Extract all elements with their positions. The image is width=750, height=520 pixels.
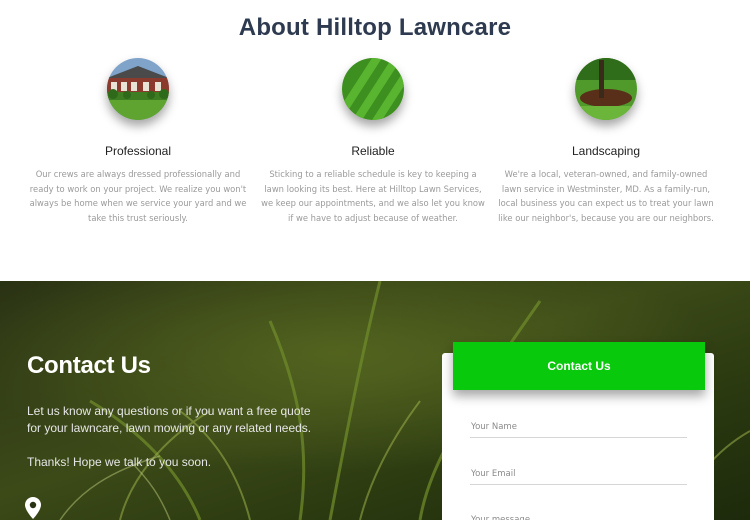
tree-mulch-image	[575, 58, 637, 120]
contact-heading: Contact Us	[27, 352, 151, 379]
about-title: About Hilltop Lawncare	[238, 14, 512, 41]
email-field[interactable]	[470, 467, 687, 485]
feature-description: We're a local, veteran-owned, and family…	[498, 169, 714, 223]
message-field[interactable]	[470, 513, 687, 520]
about-section: About Hilltop Lawncare Professional Our …	[0, 0, 750, 281]
feature-reliable: Reliable Sticking to a reliable schedule…	[257, 58, 489, 225]
contact-form-header: Contact Us	[453, 342, 705, 390]
contact-section: Contact Us Let us know any questions or …	[0, 281, 750, 520]
contact-intro-text: Let us know any questions or if you want…	[27, 404, 312, 435]
map-pin-icon	[25, 497, 41, 520]
feature-title: Landscaping	[571, 144, 641, 158]
feature-title: Reliable	[351, 144, 395, 158]
feature-description: Sticking to a reliable schedule is key t…	[261, 169, 485, 223]
feature-professional: Professional Our crews are always dresse…	[22, 58, 254, 225]
feature-description: Our crews are always dressed professiona…	[29, 169, 247, 223]
name-field[interactable]	[470, 420, 687, 438]
feature-landscaping: Landscaping We're a local, veteran-owned…	[490, 58, 722, 225]
striped-lawn-image	[342, 58, 404, 120]
feature-title: Professional	[104, 144, 172, 158]
house-lawn-image	[107, 58, 169, 120]
contact-thanks-text: Thanks! Hope we talk to you soon.	[27, 455, 212, 469]
